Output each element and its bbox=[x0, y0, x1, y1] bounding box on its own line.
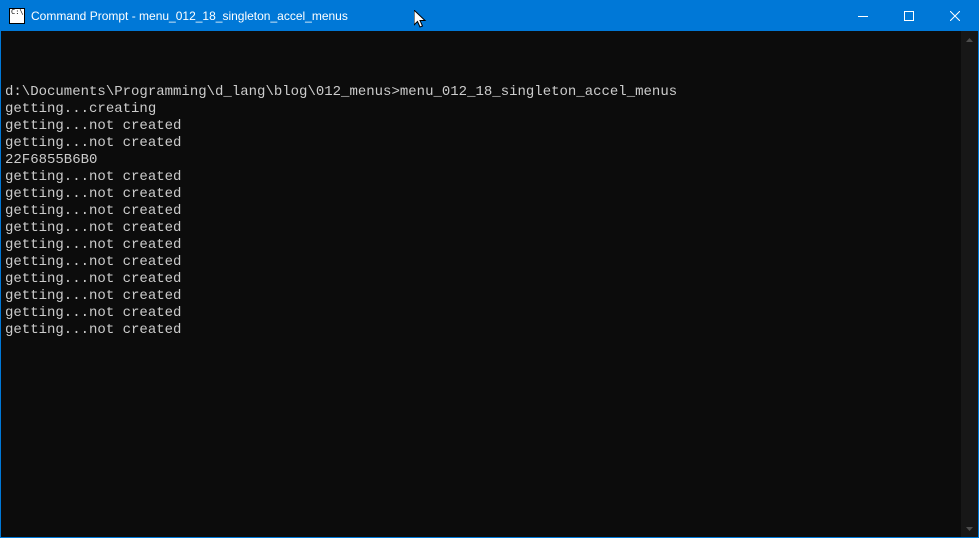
window-title: Command Prompt - menu_012_18_singleton_a… bbox=[31, 9, 348, 23]
output-line: getting...not created bbox=[5, 220, 957, 237]
output-line: getting...not created bbox=[5, 237, 957, 254]
minimize-button[interactable] bbox=[840, 1, 886, 31]
close-button[interactable] bbox=[932, 1, 978, 31]
cmd-icon bbox=[9, 8, 25, 24]
output-line: getting...not created bbox=[5, 271, 957, 288]
scrollbar-track[interactable] bbox=[961, 48, 978, 520]
output-line: getting...not created bbox=[5, 288, 957, 305]
output-line: getting...not created bbox=[5, 322, 957, 339]
maximize-button[interactable] bbox=[886, 1, 932, 31]
output-line: getting...not created bbox=[5, 135, 957, 152]
output-line: getting...not created bbox=[5, 254, 957, 271]
output-line: getting...not created bbox=[5, 186, 957, 203]
terminal-output[interactable]: d:\Documents\Programming\d_lang\blog\012… bbox=[1, 31, 961, 537]
blank-line bbox=[5, 67, 957, 84]
titlebar[interactable]: Command Prompt - menu_012_18_singleton_a… bbox=[1, 1, 978, 31]
client-area: d:\Documents\Programming\d_lang\blog\012… bbox=[1, 31, 978, 537]
scroll-up-arrow-icon[interactable] bbox=[961, 31, 978, 48]
output-line: getting...not created bbox=[5, 169, 957, 186]
prompt-line: d:\Documents\Programming\d_lang\blog\012… bbox=[5, 84, 957, 101]
output-line: getting...not created bbox=[5, 203, 957, 220]
scroll-down-arrow-icon[interactable] bbox=[961, 520, 978, 537]
prompt-path: d:\Documents\Programming\d_lang\blog\012… bbox=[5, 84, 400, 100]
output-line: 22F6855B6B0 bbox=[5, 152, 957, 169]
window-controls bbox=[840, 1, 978, 31]
output-line: getting...creating bbox=[5, 101, 957, 118]
output-line: getting...not created bbox=[5, 305, 957, 322]
command-prompt-window: Command Prompt - menu_012_18_singleton_a… bbox=[0, 0, 979, 538]
command-text: menu_012_18_singleton_accel_menus bbox=[400, 84, 677, 100]
output-line: getting...not created bbox=[5, 118, 957, 135]
vertical-scrollbar[interactable] bbox=[961, 31, 978, 537]
